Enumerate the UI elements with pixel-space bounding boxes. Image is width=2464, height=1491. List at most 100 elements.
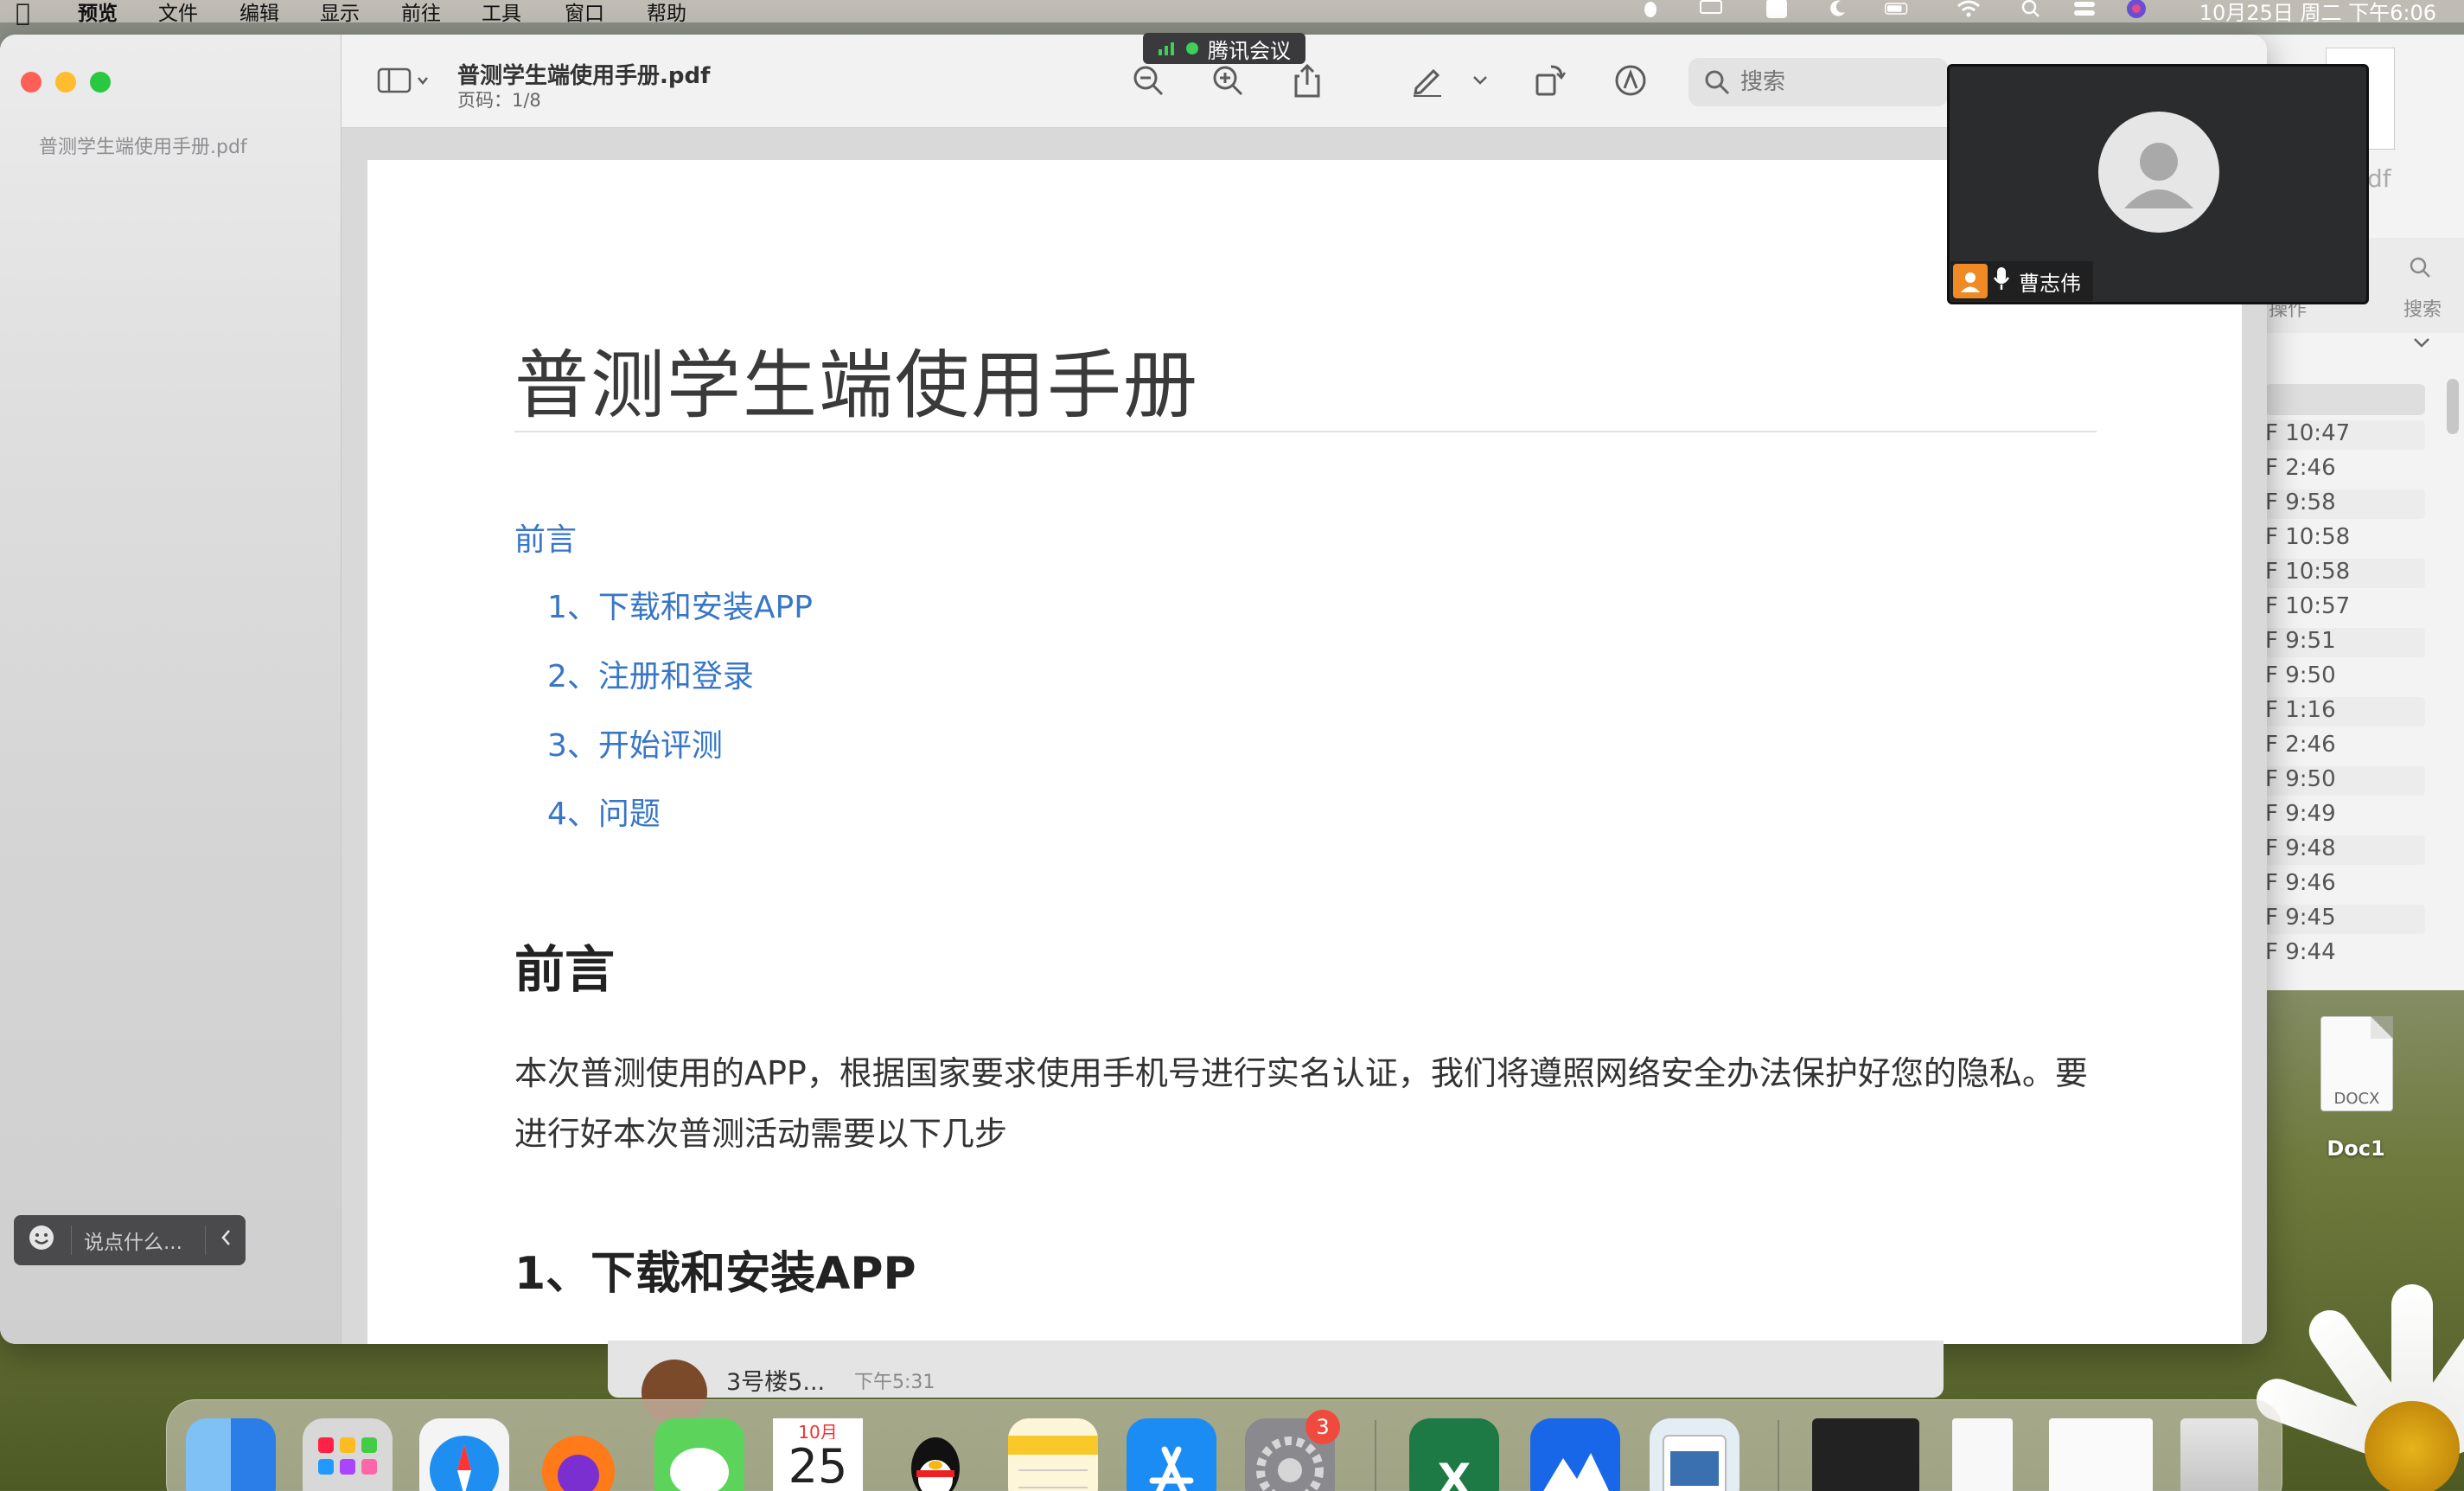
list-item[interactable]: F 9:48 bbox=[2265, 835, 2425, 865]
background-search-icon[interactable] bbox=[2409, 256, 2431, 282]
battery-icon[interactable] bbox=[1885, 0, 1911, 20]
list-item[interactable]: F 9:45 bbox=[2265, 905, 2425, 934]
list-item[interactable]: F 9:44 bbox=[2265, 939, 2425, 969]
apple-menu-icon[interactable]:  bbox=[16, 0, 30, 27]
input-method-icon[interactable] bbox=[1764, 0, 1790, 20]
toc-link-start-test[interactable]: 3、开始评测 bbox=[547, 720, 723, 765]
minimize-button[interactable] bbox=[55, 72, 76, 93]
preview-app-icon[interactable] bbox=[1650, 1418, 1739, 1491]
dock-separator bbox=[1375, 1420, 1376, 1491]
desktop-file-name[interactable]: Doc1 bbox=[2291, 1136, 2421, 1161]
calendar-day: 25 bbox=[773, 1439, 863, 1491]
markup-chevron-down-icon[interactable] bbox=[1467, 61, 1493, 100]
menu-app-name[interactable]: 预览 bbox=[78, 0, 118, 26]
menu-view[interactable]: 显示 bbox=[320, 0, 360, 26]
list-item[interactable]: F 2:46 bbox=[2265, 732, 2425, 761]
background-scrollbar[interactable] bbox=[2447, 379, 2459, 434]
list-item[interactable]: F 1:16 bbox=[2265, 697, 2425, 726]
document-heading: 普测学生端使用手册 bbox=[514, 342, 1199, 429]
list-item[interactable]: F 10:47 bbox=[2265, 420, 2425, 450]
menu-tools[interactable]: 工具 bbox=[482, 0, 521, 26]
avatar bbox=[2098, 112, 2219, 233]
settings-badge: 3 bbox=[1305, 1410, 1340, 1444]
recent-window-thumbnail-3[interactable] bbox=[2049, 1418, 2153, 1491]
menu-bar:  预览 文件 编辑 显示 前往 工具 窗口 帮助 10月25日 周二 下午6:… bbox=[0, 0, 2464, 27]
menu-window[interactable]: 窗口 bbox=[565, 0, 604, 26]
list-item[interactable]: F 9:58 bbox=[2265, 490, 2425, 519]
focus-moon-icon[interactable] bbox=[1824, 0, 1850, 20]
zoom-out-icon[interactable] bbox=[1128, 61, 1168, 100]
toc-link-register[interactable]: 2、注册和登录 bbox=[547, 651, 754, 696]
menu-clock[interactable]: 10月25日 周二 下午6:06 bbox=[2199, 0, 2436, 26]
recording-dot-icon bbox=[1186, 42, 1198, 54]
sidebar: 普测学生端使用手册.pdf bbox=[0, 35, 342, 1344]
list-item[interactable]: F 9:50 bbox=[2265, 662, 2425, 692]
list-item[interactable]: F 9:49 bbox=[2265, 801, 2425, 830]
menu-file[interactable]: 文件 bbox=[158, 0, 198, 26]
launchpad-icon[interactable] bbox=[303, 1418, 393, 1491]
menu-edit[interactable]: 编辑 bbox=[239, 0, 279, 26]
list-item[interactable]: F 2:46 bbox=[2265, 455, 2425, 484]
zoom-in-icon[interactable] bbox=[1208, 61, 1248, 100]
dock-separator-2 bbox=[1778, 1420, 1779, 1491]
qq-status-icon[interactable] bbox=[1637, 0, 1663, 20]
close-button[interactable] bbox=[21, 72, 41, 93]
participant-name-tag: 曹志伟 bbox=[1950, 261, 2093, 301]
wifi-icon[interactable] bbox=[1956, 0, 1982, 20]
toc-link-preface[interactable]: 前言 bbox=[514, 515, 577, 560]
document-page[interactable]: 普测学生端使用手册 前言 1、下载和安装APP 2、注册和登录 3、开始评测 4… bbox=[367, 160, 2242, 1344]
list-item[interactable]: F 9:51 bbox=[2265, 628, 2425, 657]
notes-icon[interactable] bbox=[1008, 1418, 1098, 1491]
user-icon bbox=[1953, 264, 1988, 298]
background-chevron-down-icon[interactable] bbox=[2412, 336, 2431, 352]
finder-icon[interactable] bbox=[186, 1418, 276, 1491]
collapse-chevron-left-icon[interactable] bbox=[220, 1228, 232, 1252]
app-store-icon[interactable] bbox=[1127, 1418, 1216, 1491]
screen-mirror-icon[interactable] bbox=[1698, 0, 1724, 20]
sidebar-toggle-icon[interactable] bbox=[374, 61, 435, 100]
list-item[interactable]: F 10:58 bbox=[2265, 524, 2425, 554]
background-selected-row[interactable] bbox=[2265, 384, 2425, 415]
menu-help[interactable]: 帮助 bbox=[647, 0, 686, 26]
search-input[interactable] bbox=[1740, 69, 1931, 95]
tencent-meeting-tab[interactable]: 腾讯会议 bbox=[1143, 33, 1305, 64]
rotate-icon[interactable] bbox=[1530, 61, 1570, 100]
sidebar-file-item[interactable]: 普测学生端使用手册.pdf bbox=[39, 131, 247, 159]
excel-icon[interactable]: X bbox=[1409, 1418, 1499, 1491]
emoji-icon[interactable] bbox=[28, 1224, 55, 1257]
search-field[interactable] bbox=[1688, 58, 1948, 106]
list-item[interactable]: F 10:57 bbox=[2265, 593, 2425, 623]
markup-pen-icon[interactable] bbox=[1408, 61, 1447, 100]
background-thumb-suffix: df bbox=[2367, 164, 2391, 193]
signal-strength-icon bbox=[1159, 42, 1174, 55]
lark-icon[interactable] bbox=[1530, 1418, 1620, 1491]
messages-icon[interactable] bbox=[654, 1418, 744, 1491]
toc-link-questions[interactable]: 4、问题 bbox=[547, 789, 661, 834]
list-item[interactable]: F 9:50 bbox=[2265, 766, 2425, 796]
recent-window-thumbnail-1[interactable] bbox=[1812, 1418, 1919, 1491]
zoom-button[interactable] bbox=[90, 72, 111, 93]
firefox-icon[interactable] bbox=[533, 1418, 623, 1491]
siri-icon[interactable] bbox=[2123, 0, 2149, 20]
list-item[interactable]: F 10:58 bbox=[2265, 559, 2425, 588]
share-icon[interactable] bbox=[1287, 61, 1327, 100]
meeting-chat-input[interactable]: 说点什么... bbox=[14, 1215, 246, 1265]
search-icon bbox=[1705, 70, 1730, 95]
meeting-app-name: 腾讯会议 bbox=[1208, 38, 1291, 63]
chat-placeholder: 说点什么... bbox=[84, 1232, 182, 1254]
participant-name: 曹志伟 bbox=[2019, 271, 2081, 296]
menu-go[interactable]: 前往 bbox=[401, 0, 441, 26]
control-center-icon[interactable] bbox=[2071, 0, 2097, 20]
trash-icon[interactable] bbox=[2180, 1418, 2258, 1491]
spotlight-search-icon[interactable] bbox=[2018, 0, 2044, 20]
document-title: 普测学生端使用手册.pdf bbox=[457, 63, 711, 89]
annotate-icon[interactable] bbox=[1611, 61, 1650, 100]
docx-file-ext: DOCX bbox=[2333, 1090, 2380, 1108]
microphone-icon[interactable] bbox=[1993, 266, 2010, 297]
list-item[interactable]: F 9:46 bbox=[2265, 870, 2425, 899]
excel-letter: X bbox=[1437, 1455, 1471, 1491]
safari-icon[interactable] bbox=[419, 1418, 509, 1491]
recent-window-thumbnail-2[interactable] bbox=[1952, 1418, 2013, 1491]
qq-icon[interactable] bbox=[890, 1418, 980, 1491]
toc-link-download[interactable]: 1、下载和安装APP bbox=[547, 582, 813, 627]
